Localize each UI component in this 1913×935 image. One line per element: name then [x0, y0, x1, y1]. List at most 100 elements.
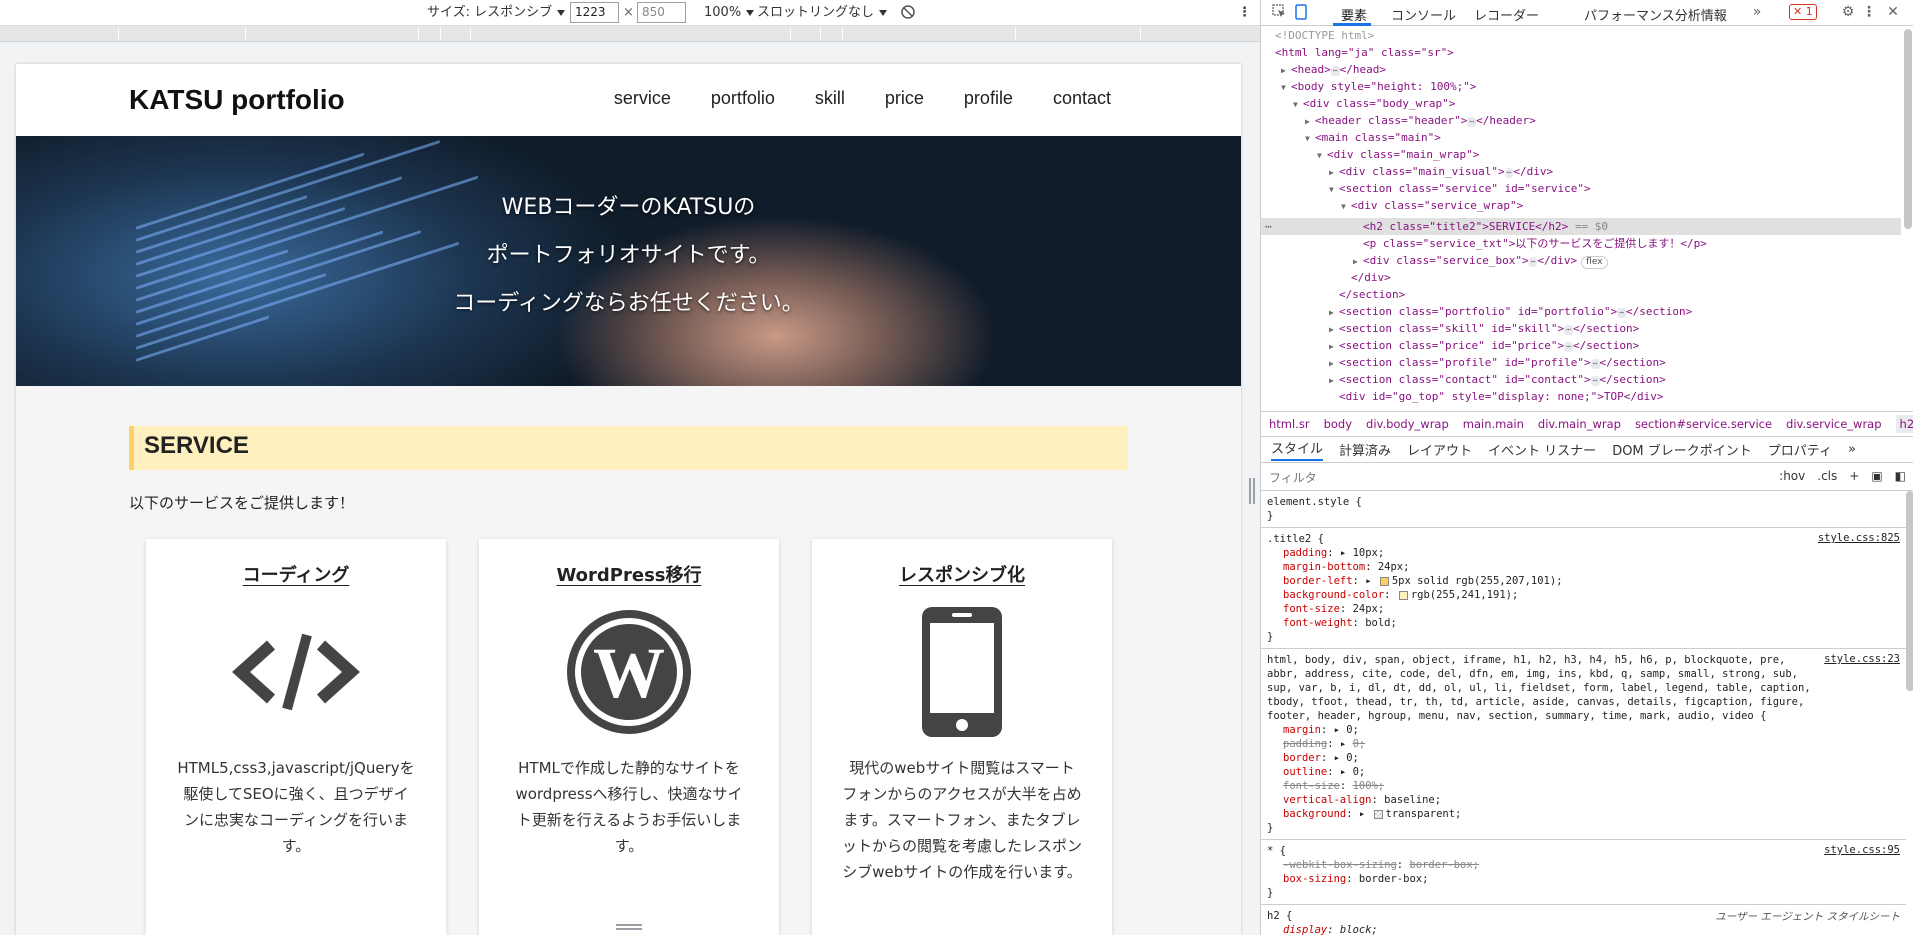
inspect-element-icon[interactable]	[1271, 4, 1287, 20]
css-declaration-overridden[interactable]: font-size: 100%;	[1267, 779, 1900, 793]
collapse-arrow-icon[interactable]: ▼	[1293, 96, 1303, 113]
resize-handle-bottom[interactable]	[616, 924, 642, 930]
nav-link-price[interactable]: price	[885, 88, 924, 109]
sidebar-toggle-icon[interactable]: ◧	[1895, 469, 1906, 483]
dom-node[interactable]: ▼ <div class="main_wrap">	[1317, 146, 1479, 163]
expand-arrow-icon[interactable]: ▶	[1329, 321, 1339, 338]
more-tabs-icon[interactable]: »	[1749, 4, 1765, 20]
expand-arrow-icon[interactable]: ▶	[1329, 164, 1339, 181]
css-declaration[interactable]: background-color: rgb(255,241,191);	[1267, 588, 1900, 602]
height-input[interactable]: 850	[637, 2, 686, 23]
class-toggle[interactable]: .cls	[1817, 469, 1837, 483]
color-swatch[interactable]	[1398, 590, 1408, 600]
dom-node[interactable]: <html lang="ja" class="sr">	[1275, 44, 1454, 61]
tab-properties[interactable]: プロパティ	[1768, 440, 1832, 459]
breadcrumb-item[interactable]: div.main_wrap	[1538, 417, 1621, 431]
expand-arrow-icon[interactable]: ▶	[1353, 253, 1363, 270]
hover-state-toggle[interactable]: :hov	[1779, 469, 1805, 483]
node-actions-icon[interactable]: ⋯	[1265, 218, 1272, 235]
css-declaration[interactable]: border: ▸ 0;	[1267, 751, 1900, 765]
css-declaration[interactable]: display: block;	[1267, 923, 1900, 935]
collapse-arrow-icon[interactable]: ▼	[1305, 130, 1315, 147]
rotate-icon[interactable]	[900, 4, 916, 20]
device-size-dropdown[interactable]: サイズ: レスポンシブ	[427, 4, 566, 22]
dom-node[interactable]: </div>	[1351, 269, 1391, 286]
tab-computed[interactable]: 計算済み	[1339, 440, 1391, 459]
rule-source-link[interactable]: style.css:23	[1824, 653, 1900, 665]
nav-link-portfolio[interactable]: portfolio	[711, 88, 775, 109]
rule-selector[interactable]: html, body, div, span, object, iframe, h…	[1267, 653, 1900, 723]
paint-icon[interactable]: ▣	[1871, 469, 1882, 483]
close-icon[interactable]: ✕	[1885, 4, 1901, 20]
tab-dom-breakpoints[interactable]: DOM ブレークポイント	[1612, 440, 1752, 459]
expand-arrow-icon[interactable]: ▶	[1329, 338, 1339, 355]
tab-performance-insights[interactable]: パフォーマンス分析情報	[1584, 5, 1727, 24]
collapse-arrow-icon[interactable]: ▼	[1329, 181, 1339, 198]
breadcrumb-item[interactable]: div.service_wrap	[1786, 417, 1882, 431]
dom-node[interactable]: ▼ <main class="main">	[1305, 129, 1441, 146]
nav-link-service[interactable]: service	[614, 88, 671, 109]
color-swatch[interactable]	[1379, 576, 1389, 586]
dom-node[interactable]: ▼ <div class="service_wrap">	[1341, 197, 1523, 214]
flex-badge[interactable]: flex	[1581, 256, 1608, 269]
dom-node[interactable]: </section>	[1339, 286, 1405, 303]
rule-source-link[interactable]: style.css:95	[1824, 844, 1900, 856]
more-options-icon[interactable]: ⋮	[1861, 4, 1877, 20]
tab-elements[interactable]: 要素	[1341, 5, 1367, 24]
zoom-dropdown[interactable]: 100%	[704, 4, 755, 22]
expand-arrow-icon[interactable]: ▶	[1305, 113, 1315, 130]
css-declaration[interactable]: font-size: 24px;	[1267, 602, 1900, 616]
expand-arrow-icon[interactable]: ▶	[1329, 355, 1339, 372]
rule-selector[interactable]: * {	[1267, 844, 1900, 858]
css-declaration[interactable]: outline: ▸ 0;	[1267, 765, 1900, 779]
more-tabs-icon[interactable]: »	[1848, 442, 1856, 457]
dom-node[interactable]: ▶ <section class="profile" id="profile"> ⋯…	[1329, 354, 1666, 371]
dom-node-selected[interactable]: <h2 class="title2">SERVICE</h2> == $0	[1363, 218, 1608, 235]
nav-link-profile[interactable]: profile	[964, 88, 1013, 109]
tab-console[interactable]: コンソール	[1391, 5, 1456, 24]
tab-recorder[interactable]: レコーダー	[1474, 5, 1539, 24]
breadcrumb-item[interactable]: section#service.service	[1635, 417, 1772, 431]
tab-layout[interactable]: レイアウト	[1407, 440, 1472, 459]
rule-selector[interactable]: element.style {	[1267, 495, 1900, 509]
css-declaration[interactable]: margin: ▸ 0;	[1267, 723, 1900, 737]
css-declaration[interactable]: box-sizing: border-box;	[1267, 872, 1900, 886]
dom-node[interactable]: ▶ <section class="skill" id="skill"> ⋯ </se…	[1329, 320, 1639, 337]
breadcrumb-item[interactable]: div.body_wrap	[1366, 417, 1449, 431]
nav-link-skill[interactable]: skill	[815, 88, 845, 109]
dom-node[interactable]: ▶ <div class="service_box"> ⋯ </div> flex	[1353, 252, 1608, 269]
css-declaration[interactable]: background: ▸ transparent;	[1267, 807, 1900, 821]
dom-node[interactable]: ▶ <div class="main_visual"> ⋯ </div>	[1329, 163, 1553, 180]
throttle-dropdown[interactable]: スロットリングなし	[757, 4, 888, 22]
width-input[interactable]: 1223	[570, 2, 619, 23]
dom-node[interactable]: ▶ <section class="price" id="price"> ⋯ </se…	[1329, 337, 1639, 354]
add-rule-button[interactable]: +	[1849, 469, 1859, 483]
expand-arrow-icon[interactable]: ▶	[1281, 62, 1291, 79]
css-declaration[interactable]: padding: ▸ 10px;	[1267, 546, 1900, 560]
dom-node[interactable]: ▼ <div class="body_wrap">	[1293, 95, 1455, 112]
filter-input[interactable]: フィルタ	[1269, 469, 1317, 486]
dom-node[interactable]: ▶ <section class="portfolio" id="portfoli…	[1329, 303, 1692, 320]
gear-icon[interactable]: ⚙	[1840, 4, 1856, 20]
nav-link-contact[interactable]: contact	[1053, 88, 1111, 109]
tab-styles[interactable]: スタイル	[1271, 438, 1324, 461]
styles-scrollbar[interactable]	[1906, 491, 1913, 691]
dom-node[interactable]: ▼ <body style="height: 100%;">	[1281, 78, 1476, 95]
dom-scrollbar[interactable]	[1904, 29, 1912, 229]
expand-arrow-icon[interactable]: ▶	[1329, 372, 1339, 389]
dom-node[interactable]: ▼ <section class="service" id="service">	[1329, 180, 1591, 197]
css-declaration[interactable]: margin-bottom: 24px;	[1267, 560, 1900, 574]
css-declaration-overridden[interactable]: -webkit-box-sizing: border-box;	[1267, 858, 1900, 872]
breadcrumb-item-selected[interactable]: h2.title2	[1895, 415, 1913, 433]
rule-source-link[interactable]: style.css:825	[1818, 532, 1900, 544]
breadcrumb-item[interactable]: body	[1324, 417, 1352, 431]
expand-arrow-icon[interactable]: ▶	[1329, 304, 1339, 321]
dom-node[interactable]: <div id="go_top" style="display: none;">…	[1339, 388, 1664, 405]
dom-node[interactable]: ▶ <section class="contact" id="contact"> ⋯…	[1329, 371, 1666, 388]
collapse-arrow-icon[interactable]: ▼	[1341, 198, 1351, 215]
color-swatch[interactable]	[1373, 809, 1383, 819]
resize-handle-right[interactable]	[1249, 478, 1255, 504]
dom-node[interactable]: ▶ <header class="header"> ⋯ </header>	[1305, 112, 1536, 129]
error-count-badge[interactable]: ✕ 1	[1789, 4, 1817, 20]
css-declaration[interactable]: font-weight: bold;	[1267, 616, 1900, 630]
